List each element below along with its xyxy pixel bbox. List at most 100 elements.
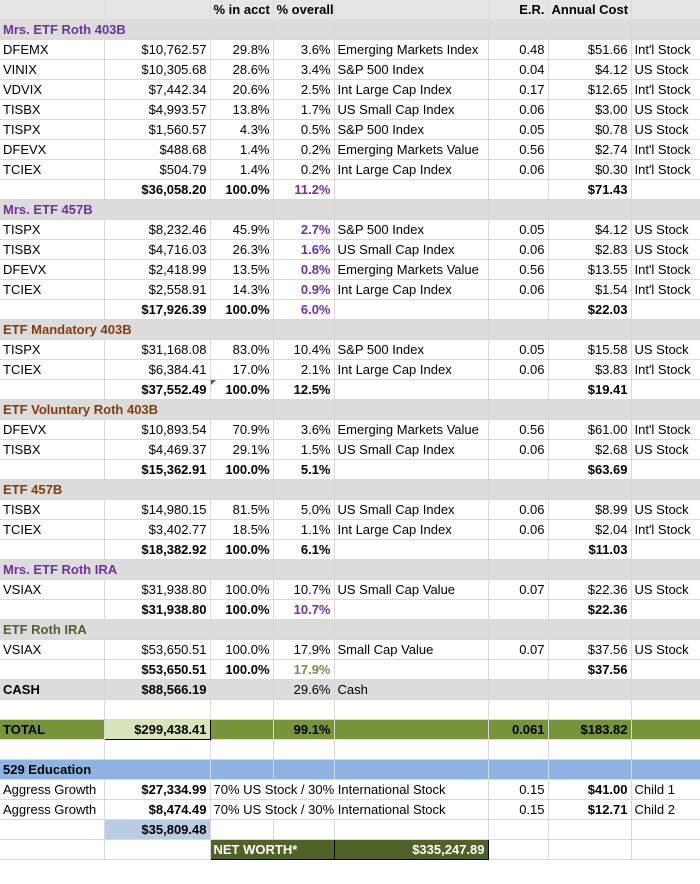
asset-type-cell[interactable]: US Stock — [631, 99, 700, 120]
section-header-cell[interactable] — [631, 199, 700, 220]
net-worth-label[interactable]: NET WORTH* — [209, 839, 335, 860]
asset-type-cell[interactable]: US Stock — [631, 339, 700, 360]
total-pct[interactable]: 99.1% — [273, 719, 335, 740]
section-title[interactable]: Mrs. ETF 457B — [0, 199, 211, 220]
section-title[interactable]: ETF Mandatory 403B — [0, 319, 211, 340]
subtotal-blank[interactable] — [334, 459, 489, 480]
section-header-cell[interactable] — [273, 479, 335, 500]
subtotal-blank[interactable] — [631, 599, 700, 620]
section-header-cell[interactable] — [210, 319, 274, 340]
pct-overall-cell[interactable]: 0.5% — [273, 119, 335, 140]
section-header-cell[interactable] — [488, 399, 549, 420]
edu-blank[interactable] — [548, 819, 632, 840]
pct-overall-cell[interactable]: 2.1% — [273, 359, 335, 380]
ticker-cell[interactable]: DFEMX — [0, 39, 105, 60]
cost-cell[interactable]: $3.83 — [548, 359, 632, 380]
ticker-cell[interactable]: VINIX — [0, 59, 105, 80]
ticker-cell[interactable]: TISBX — [0, 439, 105, 460]
section-header-cell[interactable] — [210, 19, 274, 40]
section-header-cell[interactable] — [631, 559, 700, 580]
plan-name-cell[interactable]: Aggress Growth — [0, 779, 105, 800]
header-er[interactable]: E.R. — [488, 0, 549, 20]
balance-cell[interactable]: $6,384.41 — [104, 359, 211, 380]
er-cell[interactable]: 0.06 — [488, 499, 549, 520]
section-header-cell[interactable] — [334, 199, 489, 220]
ticker-cell[interactable]: TCIEX — [0, 279, 105, 300]
header-ticker[interactable] — [0, 0, 105, 20]
total-label[interactable]: TOTAL — [0, 719, 105, 740]
asset-type-cell[interactable]: US Stock — [631, 219, 700, 240]
header-annual-cost[interactable]: Annual Cost — [548, 0, 632, 20]
subtotal-blank[interactable] — [334, 299, 489, 320]
pct-acct-cell[interactable]: 70.9% — [210, 419, 274, 440]
subtotal-pct-overall[interactable]: 10.7% — [273, 599, 335, 620]
balance-cell[interactable]: $4,469.37 — [104, 439, 211, 460]
pct-overall-cell[interactable]: 1.5% — [273, 439, 335, 460]
section-header-cell[interactable] — [548, 19, 632, 40]
section-header-cell[interactable] — [273, 559, 335, 580]
asset-type-cell[interactable]: Int'l Stock — [631, 359, 700, 380]
pct-overall-cell[interactable]: 3.6% — [273, 419, 335, 440]
section-header-cell[interactable] — [334, 619, 489, 640]
asset-type-cell[interactable]: Int'l Stock — [631, 259, 700, 280]
cost-cell[interactable]: $15.58 — [548, 339, 632, 360]
subtotal-blank[interactable] — [334, 539, 489, 560]
balance-cell[interactable]: $8,232.46 — [104, 219, 211, 240]
section-header-cell[interactable] — [548, 399, 632, 420]
subtotal-pct-acct[interactable]: 100.0% — [210, 179, 274, 200]
ticker-cell[interactable]: TISBX — [0, 499, 105, 520]
cost-cell[interactable]: $22.36 — [548, 579, 632, 600]
fund-desc-cell[interactable]: S&P 500 Index — [334, 119, 489, 140]
pct-overall-cell[interactable]: 5.0% — [273, 499, 335, 520]
allocation-cell[interactable]: 70% US Stock / 30% International Stock — [210, 779, 489, 800]
edu-blank[interactable] — [334, 819, 489, 840]
er-cell[interactable]: 0.07 — [488, 639, 549, 660]
subtotal-blank[interactable] — [0, 539, 105, 560]
section-title[interactable]: Mrs. ETF Roth 403B — [0, 19, 211, 40]
asset-type-cell[interactable]: US Stock — [631, 579, 700, 600]
cash-amount[interactable]: $88,566.19 — [104, 679, 211, 700]
subtotal-pct-overall[interactable]: 12.5% — [273, 379, 335, 400]
section-header-cell[interactable] — [210, 399, 274, 420]
plan-balance-cell[interactable]: $8,474.49 — [104, 799, 211, 820]
pct-overall-cell[interactable]: 17.9% — [273, 639, 335, 660]
cost-cell[interactable]: $2.83 — [548, 239, 632, 260]
fund-desc-cell[interactable]: S&P 500 Index — [334, 59, 489, 80]
pct-overall-cell[interactable]: 2.5% — [273, 79, 335, 100]
fund-desc-cell[interactable]: Small Cap Value — [334, 639, 489, 660]
subtotal-blank[interactable] — [334, 599, 489, 620]
balance-cell[interactable]: $7,442.34 — [104, 79, 211, 100]
subtotal-cost[interactable]: $63.69 — [548, 459, 632, 480]
pct-acct-cell[interactable]: 13.5% — [210, 259, 274, 280]
plan-cost-cell[interactable]: $41.00 — [548, 779, 632, 800]
plan-er-cell[interactable]: 0.15 — [488, 799, 549, 820]
section-header-cell[interactable] — [631, 19, 700, 40]
pct-acct-cell[interactable]: 4.3% — [210, 119, 274, 140]
er-cell[interactable]: 0.56 — [488, 419, 549, 440]
balance-cell[interactable]: $2,418.99 — [104, 259, 211, 280]
subtotal-pct-acct[interactable]: 100.0% — [210, 599, 274, 620]
cost-cell[interactable]: $3.00 — [548, 99, 632, 120]
section-header-cell[interactable] — [631, 619, 700, 640]
spacer-cell[interactable] — [631, 699, 700, 720]
pct-overall-cell[interactable]: 1.1% — [273, 519, 335, 540]
cost-cell[interactable]: $2.68 — [548, 439, 632, 460]
er-cell[interactable]: 0.07 — [488, 579, 549, 600]
pct-acct-cell[interactable]: 45.9% — [210, 219, 274, 240]
section-header-cell[interactable] — [548, 319, 632, 340]
spacer-cell[interactable] — [631, 739, 700, 760]
section-header-cell[interactable] — [631, 319, 700, 340]
subtotal-blank[interactable] — [488, 659, 549, 680]
edu-blank[interactable] — [488, 819, 549, 840]
asset-type-cell[interactable]: US Stock — [631, 439, 700, 460]
section-header-cell[interactable] — [488, 559, 549, 580]
balance-cell[interactable]: $4,716.03 — [104, 239, 211, 260]
er-cell[interactable]: 0.05 — [488, 339, 549, 360]
subtotal-pct-overall[interactable]: 11.2% — [273, 179, 335, 200]
ticker-cell[interactable]: VDVIX — [0, 79, 105, 100]
ticker-cell[interactable]: DFEVX — [0, 139, 105, 160]
spacer-cell[interactable] — [104, 739, 211, 760]
ticker-cell[interactable]: TISPX — [0, 119, 105, 140]
section-header-cell[interactable] — [548, 559, 632, 580]
section-header-cell[interactable] — [631, 399, 700, 420]
